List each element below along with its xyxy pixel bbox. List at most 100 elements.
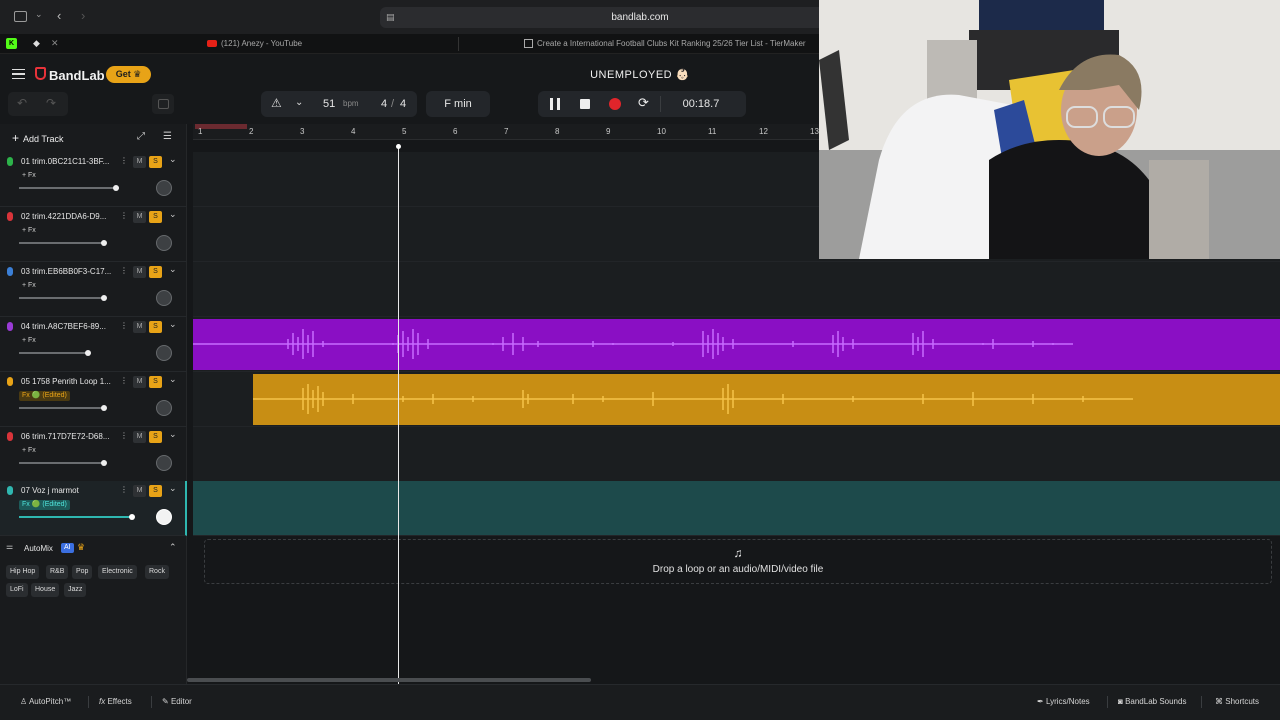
shortcuts-button[interactable]: ⌘ Shortcuts	[1215, 697, 1259, 706]
track-options-icon[interactable]: ⋮	[120, 485, 128, 494]
chevron-down-icon[interactable]: ⌄	[169, 374, 177, 385]
forward-icon[interactable]: ›	[81, 8, 85, 23]
track-name[interactable]: 02 trim.4221DDA6-D9...	[21, 212, 116, 221]
time-signature-denominator[interactable]: 4	[400, 91, 406, 117]
track-options-icon[interactable]: ⋮	[120, 321, 128, 330]
pan-knob[interactable]	[156, 290, 172, 306]
volume-slider[interactable]	[19, 185, 119, 191]
page-settings-icon[interactable]: ▤	[386, 7, 395, 28]
track-header-03[interactable]: 03 trim.EB6BB0F3-C17... ⋮ M S ⌄ + Fx	[0, 262, 187, 317]
mute-button[interactable]: M	[133, 211, 146, 223]
track-name[interactable]: 03 trim.EB6BB0F3-C17...	[21, 267, 116, 276]
solo-button[interactable]: S	[149, 211, 162, 223]
editor-button[interactable]: ✎ Editor	[162, 697, 192, 706]
chevron-down-icon[interactable]: ⌄	[169, 483, 177, 494]
mute-button[interactable]: M	[133, 156, 146, 168]
track-header-01[interactable]: 01 trim.0BC21C11-3BF... ⋮ M S ⌄ + Fx	[0, 152, 187, 207]
chevron-down-icon[interactable]: ⌄	[169, 154, 177, 165]
genre-electronic[interactable]: Electronic	[98, 565, 137, 579]
fx-button[interactable]: + Fx	[19, 171, 39, 181]
mute-button[interactable]: M	[133, 485, 146, 497]
fx-button[interactable]: + Fx	[19, 446, 39, 456]
chevron-down-icon[interactable]: ⌄	[295, 97, 303, 108]
track-name[interactable]: 01 trim.0BC21C11-3BF...	[21, 157, 116, 166]
chevron-up-icon[interactable]: ⌃	[169, 542, 177, 553]
tab-youtube[interactable]: (121) Anezy - YouTube	[207, 34, 447, 54]
effects-button[interactable]: fx Effects	[99, 697, 132, 706]
solo-button[interactable]: S	[149, 266, 162, 278]
lyrics-notes-button[interactable]: ✒ Lyrics/Notes	[1037, 697, 1090, 706]
sidebar-toggle-icon[interactable]	[14, 11, 27, 22]
track-name[interactable]: 07 Voz j marmot	[21, 486, 116, 495]
chevron-down-icon[interactable]: ⌄	[169, 319, 177, 330]
solo-button[interactable]: S	[149, 431, 162, 443]
bpm-value[interactable]: 51	[323, 91, 335, 117]
chevron-down-icon[interactable]: ⌄	[169, 429, 177, 440]
chevron-down-icon[interactable]: ⌄	[169, 264, 177, 275]
genre-rock[interactable]: Rock	[145, 565, 169, 579]
track-header-07[interactable]: 07 Voz j marmot ⋮ M S ⌄ Fx 🟢 (Edited)	[0, 481, 187, 536]
track-header-04[interactable]: 04 trim.A8C7BEF6-89... ⋮ M S ⌄ + Fx	[0, 317, 187, 372]
track-name[interactable]: 06 trim.717D7E72-D68...	[21, 432, 116, 441]
genre-rnb[interactable]: R&B	[46, 565, 69, 579]
time-signature-numerator[interactable]: 4	[381, 91, 387, 117]
track-lane-07[interactable]	[193, 481, 1280, 536]
track-header-02[interactable]: 02 trim.4221DDA6-D9... ⋮ M S ⌄ + Fx	[0, 207, 187, 262]
pinned-tab-diamond[interactable]: ◆	[31, 38, 42, 49]
fx-button[interactable]: + Fx	[19, 336, 39, 346]
solo-button[interactable]: S	[149, 485, 162, 497]
chevron-down-icon[interactable]: ⌄	[35, 9, 43, 20]
stop-icon[interactable]	[580, 99, 590, 109]
volume-slider[interactable]	[19, 460, 107, 466]
autopitch-button[interactable]: ♙ AutoPitch™	[20, 697, 71, 706]
genre-pop[interactable]: Pop	[72, 565, 93, 579]
solo-button[interactable]: S	[149, 376, 162, 388]
track-lane-04[interactable]	[193, 317, 1280, 372]
tab-tiermaker[interactable]: Create a International Football Clubs Ki…	[524, 34, 814, 54]
panel-toggle-icon[interactable]	[152, 94, 174, 114]
get-membership-button[interactable]: Get ♛	[106, 66, 151, 83]
audio-clip-purple[interactable]	[193, 319, 1280, 370]
volume-slider[interactable]	[19, 350, 91, 356]
undo-icon[interactable]: ↶	[17, 96, 27, 110]
genre-hiphop[interactable]: Hip Hop	[6, 565, 40, 579]
automix-header[interactable]: ⚌ AutoMix AI ♛ ⌃	[0, 540, 187, 558]
project-title[interactable]: UNEMPLOYED 👶🏻	[520, 68, 760, 81]
track-options-icon[interactable]: ⋮	[120, 211, 128, 220]
chevron-down-icon[interactable]: ⌄	[169, 209, 177, 220]
loop-region[interactable]	[195, 124, 247, 129]
pan-knob[interactable]	[156, 509, 172, 525]
record-icon[interactable]	[609, 98, 621, 110]
pan-knob[interactable]	[156, 400, 172, 416]
pan-knob[interactable]	[156, 235, 172, 251]
menu-icon[interactable]	[12, 69, 25, 79]
horizontal-scrollbar[interactable]	[187, 678, 591, 682]
track-options-icon[interactable]: ⋮	[120, 376, 128, 385]
solo-button[interactable]: S	[149, 156, 162, 168]
pause-icon[interactable]	[550, 98, 560, 110]
track-lane-05[interactable]	[193, 372, 1280, 427]
track-header-05[interactable]: 05 1758 Penrith Loop 1... ⋮ M S ⌄ Fx 🟢 (…	[0, 372, 187, 427]
mute-button[interactable]: M	[133, 266, 146, 278]
genre-house[interactable]: House	[31, 583, 60, 597]
track-lane-06[interactable]	[193, 427, 1280, 482]
pan-knob[interactable]	[156, 455, 172, 471]
mute-button[interactable]: M	[133, 431, 146, 443]
volume-slider[interactable]	[19, 405, 107, 411]
volume-slider[interactable]	[19, 514, 135, 520]
track-header-06[interactable]: 06 trim.717D7E72-D68... ⋮ M S ⌄ + Fx	[0, 427, 187, 482]
fx-button[interactable]: + Fx	[19, 281, 39, 291]
drop-zone[interactable]: ♫ Drop a loop or an audio/MIDI/video fil…	[204, 539, 1272, 584]
fx-button[interactable]: Fx 🟢 (Edited)	[19, 500, 70, 510]
track-name[interactable]: 05 1758 Penrith Loop 1...	[21, 377, 116, 386]
loop-icon[interactable]: ⟳	[638, 95, 649, 111]
mixer-settings-icon[interactable]: ☰	[163, 131, 172, 142]
genre-lofi[interactable]: LoFi	[6, 583, 28, 597]
track-options-icon[interactable]: ⋮	[120, 156, 128, 165]
pan-knob[interactable]	[156, 180, 172, 196]
metronome-icon[interactable]: ⚠	[271, 96, 282, 110]
track-options-icon[interactable]: ⋮	[120, 431, 128, 440]
volume-slider[interactable]	[19, 295, 107, 301]
add-track-button[interactable]: + Add Track	[6, 130, 82, 146]
track-options-icon[interactable]: ⋮	[120, 266, 128, 275]
